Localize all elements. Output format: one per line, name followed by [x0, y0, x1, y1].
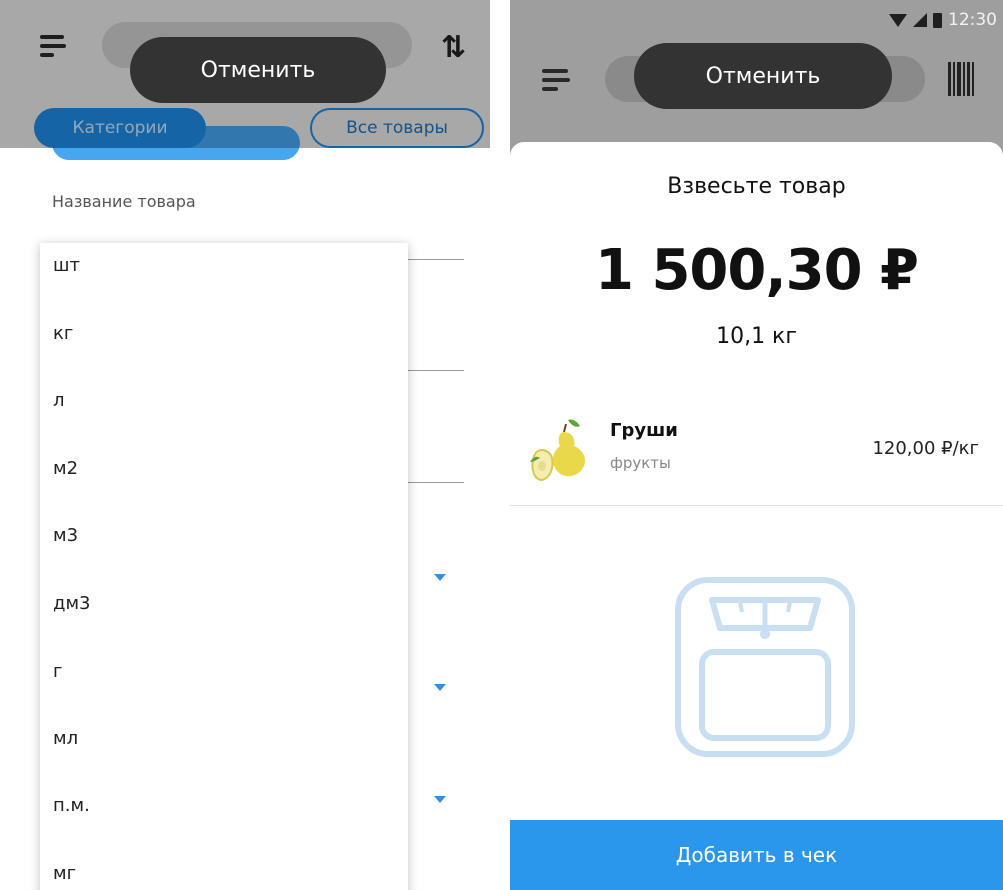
product-name-label: Название товара: [52, 192, 196, 211]
field-underline: [408, 370, 464, 371]
product-name: Груши: [610, 420, 678, 441]
field-underline: [408, 259, 464, 260]
unit-option-m2[interactable]: м2: [53, 458, 78, 479]
weigh-sheet: Взвесьте товар 1 500,30 ₽ 10,1 кг Груши …: [510, 142, 1003, 890]
hamburger-icon[interactable]: [542, 69, 570, 93]
product-unit-price: 120,00 ₽/кг: [872, 438, 979, 459]
wifi-icon: [889, 13, 907, 27]
signal-icon: [913, 13, 927, 27]
dropdown-caret-icon[interactable]: [434, 574, 446, 581]
unit-option-dm3[interactable]: дм3: [53, 593, 90, 614]
pear-image: [530, 419, 586, 482]
unit-option-l[interactable]: л: [53, 390, 65, 411]
unit-option-pm[interactable]: п.м.: [53, 795, 90, 816]
unit-option-kg[interactable]: кг: [53, 323, 73, 344]
unit-option-sht[interactable]: шт: [53, 255, 80, 276]
barcode-icon[interactable]: [948, 62, 974, 96]
unit-dropdown-menu: шт кг л м2 м3 дм3 г мл п.м. мг: [40, 243, 408, 890]
total-price: 1 500,30 ₽: [594, 238, 919, 303]
cancel-toast-button[interactable]: Отменить: [634, 43, 892, 109]
status-bar: 12:30: [889, 10, 997, 30]
unit-option-g[interactable]: г: [53, 661, 62, 682]
dropdown-caret-icon[interactable]: [434, 684, 446, 691]
unit-option-m3[interactable]: м3: [53, 525, 78, 546]
left-screen: ⇅ Категории Все товары Отменить Название…: [0, 0, 490, 890]
product-row: Груши фрукты 120,00 ₽/кг: [510, 398, 1003, 506]
unit-option-ml[interactable]: мл: [53, 728, 78, 749]
unit-option-mg[interactable]: мг: [53, 863, 76, 884]
right-screen: 12:30 Отменить Взвесьте товар 1 500,30 ₽…: [510, 0, 1003, 890]
scale-icon: [675, 577, 855, 757]
dropdown-caret-icon[interactable]: [434, 796, 446, 803]
weight-value: 10,1 кг: [716, 324, 797, 349]
battery-icon: [933, 12, 942, 28]
add-to-receipt-button[interactable]: Добавить в чек: [510, 820, 1003, 890]
field-underline: [408, 482, 464, 483]
product-category: фрукты: [610, 454, 671, 472]
sheet-title: Взвесьте товар: [667, 174, 846, 199]
status-time: 12:30: [948, 10, 997, 30]
cancel-toast-button[interactable]: Отменить: [130, 37, 386, 103]
panel-gap: [490, 0, 510, 890]
